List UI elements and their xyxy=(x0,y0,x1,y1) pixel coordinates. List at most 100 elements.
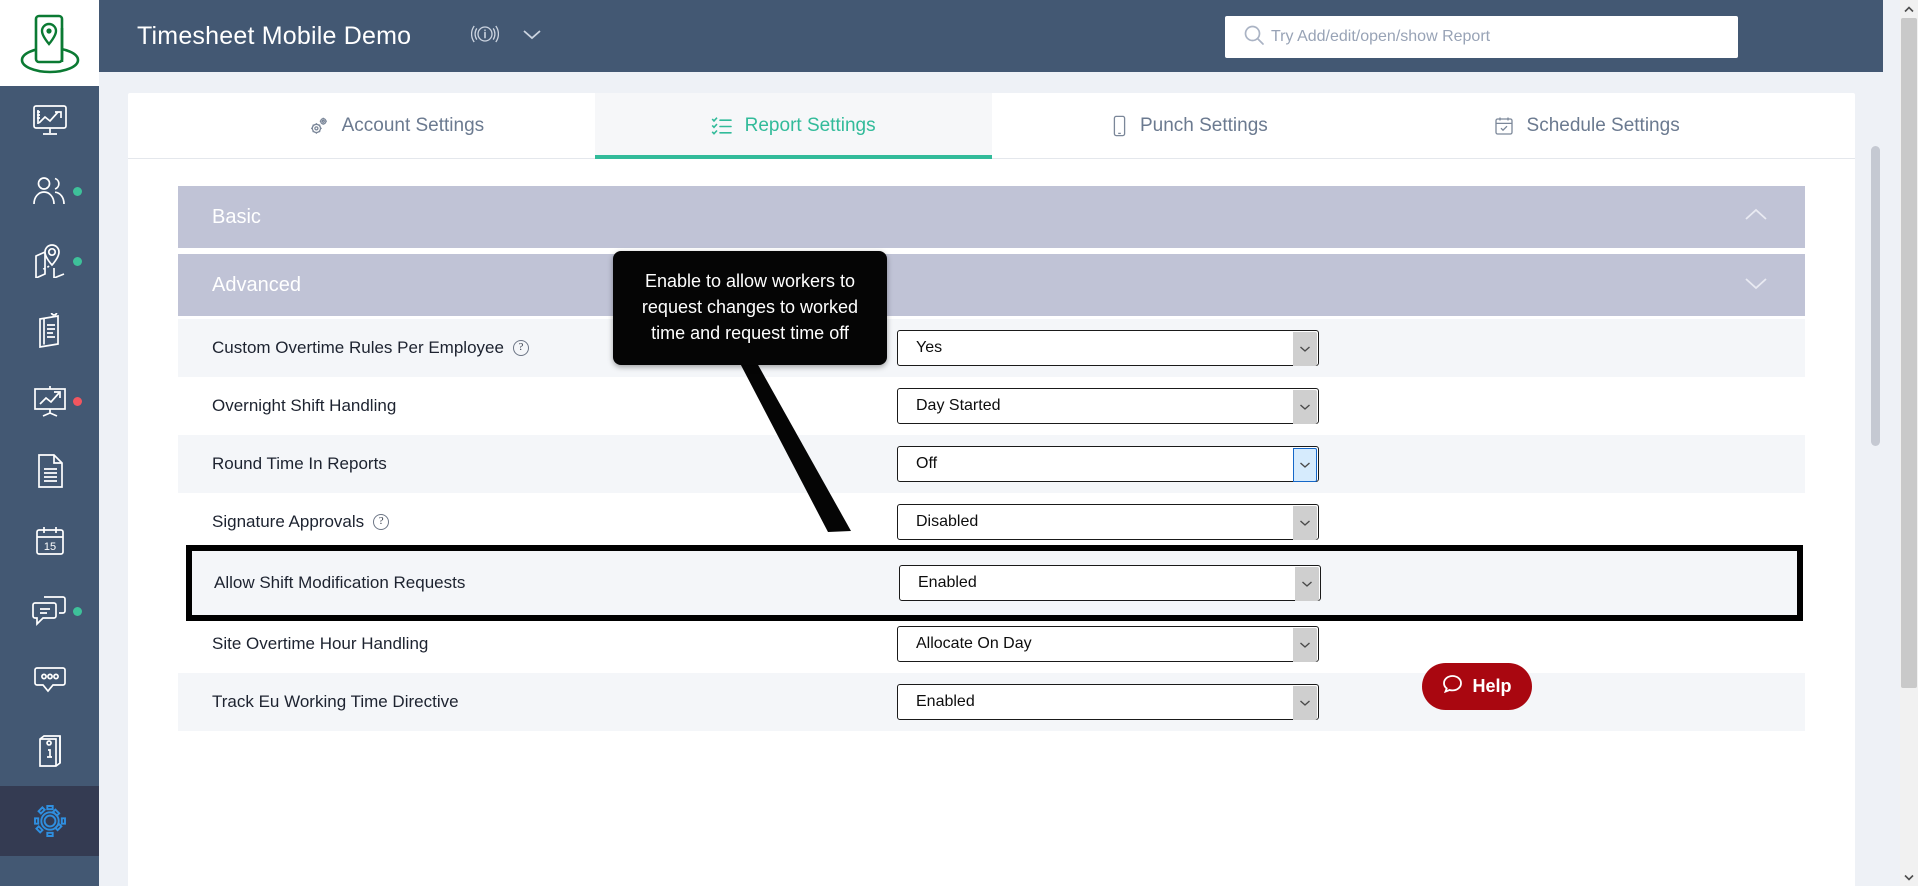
settings-select-value: Off xyxy=(916,455,938,472)
section-title: Basic xyxy=(212,205,261,228)
tab-report-settings[interactable]: Report Settings xyxy=(594,93,992,159)
tab-label: Schedule Settings xyxy=(1526,115,1680,136)
settings-row-select-wrap: Disabled xyxy=(897,504,1319,540)
settings-select-value: Allocate On Day xyxy=(916,635,1032,652)
help-icon[interactable]: ? xyxy=(512,340,529,356)
settings-row-label-text: Site Overtime Hour Handling xyxy=(212,634,429,653)
settings-select[interactable]: Enabled xyxy=(899,565,1321,601)
search-icon xyxy=(1243,24,1265,51)
settings-row: Site Overtime Hour Handling Allocate On D… xyxy=(178,615,1805,673)
list-check-icon xyxy=(711,116,732,136)
scroll-down-button[interactable] xyxy=(1900,868,1918,886)
settings-select[interactable]: Disabled xyxy=(897,504,1319,540)
section-header-advanced[interactable]: Advanced xyxy=(178,254,1805,316)
mobile-phone-icon xyxy=(1112,115,1127,137)
help-widget-button[interactable]: Help xyxy=(1422,663,1532,710)
tab-label: Account Settings xyxy=(341,115,485,136)
svg-text:15: 15 xyxy=(43,541,55,553)
sidebar-item-schedule[interactable]: 15 xyxy=(0,506,99,576)
chevron-down-icon[interactable] xyxy=(1741,274,1771,297)
content-scrollbar-thumb[interactable] xyxy=(1871,146,1880,446)
tab-punch-settings[interactable]: Punch Settings xyxy=(992,93,1389,159)
settings-row: Overnight Shift Handling Day Started xyxy=(178,377,1805,435)
settings-row-select-wrap: Day Started xyxy=(897,388,1319,424)
settings-row-select-wrap: Enabled xyxy=(899,565,1321,601)
page-title: Timesheet Mobile Demo xyxy=(137,21,412,50)
settings-select-value: Yes xyxy=(916,339,943,356)
settings-row-label-text: Allow Shift Modification Requests xyxy=(214,573,466,592)
sidebar-item-dashboard[interactable] xyxy=(0,86,99,156)
sidebar-item-settings[interactable] xyxy=(0,786,99,856)
announcement-info-icon[interactable] xyxy=(471,21,500,52)
window-scrollbar-thumb[interactable] xyxy=(1901,18,1917,688)
settings-select[interactable]: Off xyxy=(897,446,1319,482)
settings-row-label-text: Custom Overtime Rules Per Employee xyxy=(212,338,504,357)
settings-row-label-text: Signature Approvals xyxy=(212,512,365,531)
search-box[interactable] xyxy=(1225,16,1738,58)
tab-account-settings[interactable]: Account Settings xyxy=(198,93,595,159)
top-header: Timesheet Mobile Demo xyxy=(99,0,1883,72)
chevron-up-icon[interactable] xyxy=(1741,206,1771,229)
search-input[interactable] xyxy=(1265,17,1738,57)
clipboard-list-icon xyxy=(32,313,68,349)
settings-row: Custom Overtime Rules Per Employee? Yes xyxy=(178,319,1805,377)
help-icon[interactable]: ? xyxy=(373,514,390,530)
settings-select-value: Enabled xyxy=(916,693,975,710)
settings-row-select-wrap: Allocate On Day xyxy=(897,626,1319,662)
settings-select[interactable]: Day Started xyxy=(897,388,1319,424)
sidebar-item-timecards[interactable] xyxy=(0,296,99,366)
scroll-up-button[interactable] xyxy=(1900,0,1918,18)
settings-select-value: Enabled xyxy=(918,574,977,591)
dots-bubble-icon xyxy=(32,665,68,697)
chevron-down-icon[interactable] xyxy=(1293,628,1317,662)
sidebar-item-help-guide[interactable] xyxy=(0,716,99,786)
presentation-chart-icon xyxy=(31,384,69,418)
settings-select[interactable]: Enabled xyxy=(897,684,1319,720)
sidebar: 15 xyxy=(0,0,99,886)
chat-bubbles-icon xyxy=(31,594,69,628)
monitor-chart-icon xyxy=(31,104,69,138)
sidebar-badge-dot xyxy=(73,257,82,266)
tooltip-text: Enable to allow workers to request chang… xyxy=(641,271,859,343)
tab-label: Punch Settings xyxy=(1139,115,1268,136)
main-content: Account Settings Report Settings Punch S… xyxy=(99,72,1883,886)
sidebar-item-jobsites[interactable] xyxy=(0,226,99,296)
chevron-down-icon[interactable] xyxy=(1293,332,1317,366)
window-scrollbar[interactable] xyxy=(1900,0,1918,886)
sidebar-item-employees[interactable] xyxy=(0,156,99,226)
settings-select-value: Disabled xyxy=(916,513,979,530)
chevron-down-icon[interactable] xyxy=(1293,390,1317,424)
settings-select[interactable]: Yes xyxy=(897,330,1319,366)
calendar-check-icon xyxy=(1494,116,1514,136)
settings-row-label-text: Track Eu Working Time Directive xyxy=(212,692,459,711)
sidebar-item-reports[interactable] xyxy=(0,366,99,436)
sidebar-item-chat[interactable] xyxy=(0,646,99,716)
app-logo[interactable] xyxy=(0,0,99,86)
settings-select[interactable]: Allocate On Day xyxy=(897,626,1319,662)
chevron-down-icon[interactable] xyxy=(1293,448,1317,482)
people-icon xyxy=(30,174,70,208)
sidebar-item-messages[interactable] xyxy=(0,576,99,646)
chevron-down-icon[interactable] xyxy=(521,27,543,46)
settings-rows: Custom Overtime Rules Per Employee? Yes Ov… xyxy=(178,319,1805,731)
sidebar-item-documents[interactable] xyxy=(0,436,99,506)
settings-row: Allow Shift Modification Requests Enabled xyxy=(186,545,1803,621)
map-pin-route-icon xyxy=(30,244,70,278)
chevron-down-icon[interactable] xyxy=(1293,686,1317,720)
gears-icon xyxy=(309,116,329,136)
settings-row-label: Allow Shift Modification Requests xyxy=(214,573,899,593)
settings-select-value: Day Started xyxy=(916,397,1001,414)
section-header-basic[interactable]: Basic xyxy=(178,186,1805,248)
content-scrollbar[interactable] xyxy=(1869,144,1883,886)
chat-bubble-icon xyxy=(1442,674,1463,699)
settings-row-label: Site Overtime Hour Handling xyxy=(212,634,897,654)
chevron-down-icon[interactable] xyxy=(1295,567,1319,601)
sidebar-badge-dot xyxy=(73,397,82,406)
settings-row-select-wrap: Enabled xyxy=(897,684,1319,720)
tab-schedule-settings[interactable]: Schedule Settings xyxy=(1388,93,1785,159)
settings-tabs: Account Settings Report Settings Punch S… xyxy=(128,93,1855,159)
section-title: Advanced xyxy=(212,273,301,296)
help-widget-label: Help xyxy=(1472,676,1512,696)
settings-row-label: Signature Approvals? xyxy=(212,512,897,532)
chevron-down-icon[interactable] xyxy=(1293,506,1317,540)
